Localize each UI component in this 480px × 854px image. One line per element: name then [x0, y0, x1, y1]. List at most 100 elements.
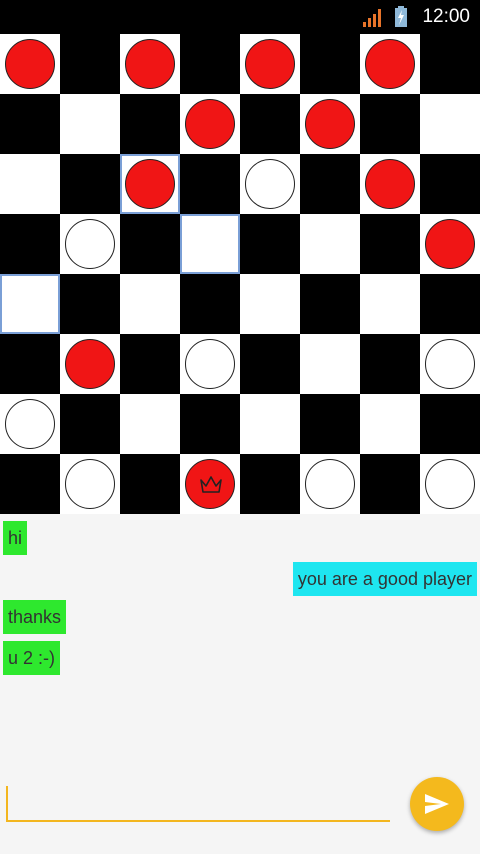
red-piece[interactable] [425, 219, 475, 269]
board-square[interactable] [120, 394, 180, 454]
white-piece[interactable] [185, 339, 235, 389]
board-square[interactable] [240, 334, 300, 394]
clock: 12:00 [422, 6, 470, 27]
board-square[interactable] [240, 274, 300, 334]
board-square[interactable] [300, 334, 360, 394]
board-square[interactable] [300, 274, 360, 334]
board-square[interactable] [0, 334, 60, 394]
board-square[interactable] [300, 454, 360, 514]
white-piece[interactable] [65, 219, 115, 269]
board-square[interactable] [180, 394, 240, 454]
chat-message-left: u 2 :-) [3, 641, 61, 675]
board-square[interactable] [0, 94, 60, 154]
chat-message-left: hi [3, 521, 28, 555]
red-piece[interactable] [245, 39, 295, 89]
board-square[interactable] [420, 274, 480, 334]
board-square[interactable] [60, 34, 120, 94]
board-square[interactable] [420, 34, 480, 94]
board-square[interactable] [120, 154, 180, 214]
board-square[interactable] [240, 94, 300, 154]
chat-message-left: thanks [3, 600, 67, 634]
board-square[interactable] [180, 154, 240, 214]
input-underline [6, 820, 390, 822]
signal-icon [363, 9, 382, 27]
white-piece[interactable] [305, 459, 355, 509]
board-square[interactable] [180, 334, 240, 394]
board-square[interactable] [180, 94, 240, 154]
board-square[interactable] [240, 154, 300, 214]
board-square[interactable] [360, 334, 420, 394]
red-piece[interactable] [185, 99, 235, 149]
board-square[interactable] [420, 154, 480, 214]
status-bar: 12:00 [0, 0, 480, 34]
white-piece[interactable] [5, 399, 55, 449]
board-square[interactable] [360, 274, 420, 334]
board-square[interactable] [60, 334, 120, 394]
crown-icon [200, 476, 222, 493]
board-square[interactable] [180, 34, 240, 94]
board-square[interactable] [300, 34, 360, 94]
board-square[interactable] [180, 274, 240, 334]
board-square[interactable] [60, 214, 120, 274]
white-piece[interactable] [425, 339, 475, 389]
board-square[interactable] [0, 274, 60, 334]
board-square[interactable] [240, 394, 300, 454]
board-square[interactable] [360, 94, 420, 154]
send-button[interactable] [410, 777, 464, 831]
board-square[interactable] [240, 214, 300, 274]
white-piece[interactable] [65, 459, 115, 509]
red-king-piece[interactable] [185, 459, 235, 509]
red-piece[interactable] [305, 99, 355, 149]
board-square[interactable] [120, 334, 180, 394]
red-piece[interactable] [125, 159, 175, 209]
board-square[interactable] [60, 394, 120, 454]
board-square[interactable] [420, 394, 480, 454]
red-piece[interactable] [365, 39, 415, 89]
text-cursor [6, 786, 8, 820]
white-piece[interactable] [245, 159, 295, 209]
board-square[interactable] [60, 94, 120, 154]
board-square[interactable] [120, 214, 180, 274]
board-square[interactable] [420, 214, 480, 274]
board-square[interactable] [120, 34, 180, 94]
board-square[interactable] [0, 214, 60, 274]
battery-charging-icon [395, 6, 408, 27]
board-square[interactable] [240, 34, 300, 94]
board-square[interactable] [0, 394, 60, 454]
board-square[interactable] [120, 454, 180, 514]
board-square[interactable] [60, 154, 120, 214]
board-square[interactable] [60, 454, 120, 514]
red-piece[interactable] [5, 39, 55, 89]
board-square[interactable] [360, 394, 420, 454]
checkers-board[interactable] [0, 34, 480, 514]
board-square[interactable] [240, 454, 300, 514]
board-square[interactable] [0, 454, 60, 514]
board-square[interactable] [300, 154, 360, 214]
status-icons: 12:00 [362, 0, 470, 34]
board-square[interactable] [120, 274, 180, 334]
white-piece[interactable] [425, 459, 475, 509]
board-square[interactable] [300, 94, 360, 154]
board-square[interactable] [0, 154, 60, 214]
board-square[interactable] [360, 214, 420, 274]
board-square[interactable] [420, 454, 480, 514]
red-piece[interactable] [65, 339, 115, 389]
chat-log: hi you are a good player thanks u 2 :-) [0, 514, 480, 774]
board-square[interactable] [420, 334, 480, 394]
send-icon [425, 794, 449, 814]
board-square[interactable] [60, 274, 120, 334]
red-piece[interactable] [365, 159, 415, 209]
board-square[interactable] [360, 454, 420, 514]
red-piece[interactable] [125, 39, 175, 89]
board-square[interactable] [180, 454, 240, 514]
message-input[interactable] [10, 786, 390, 820]
board-square[interactable] [420, 94, 480, 154]
chat-message-right: you are a good player [292, 562, 477, 596]
board-square[interactable] [180, 214, 240, 274]
board-square[interactable] [300, 214, 360, 274]
board-square[interactable] [360, 154, 420, 214]
board-square[interactable] [0, 34, 60, 94]
board-square[interactable] [120, 94, 180, 154]
board-square[interactable] [360, 34, 420, 94]
board-square[interactable] [300, 394, 360, 454]
